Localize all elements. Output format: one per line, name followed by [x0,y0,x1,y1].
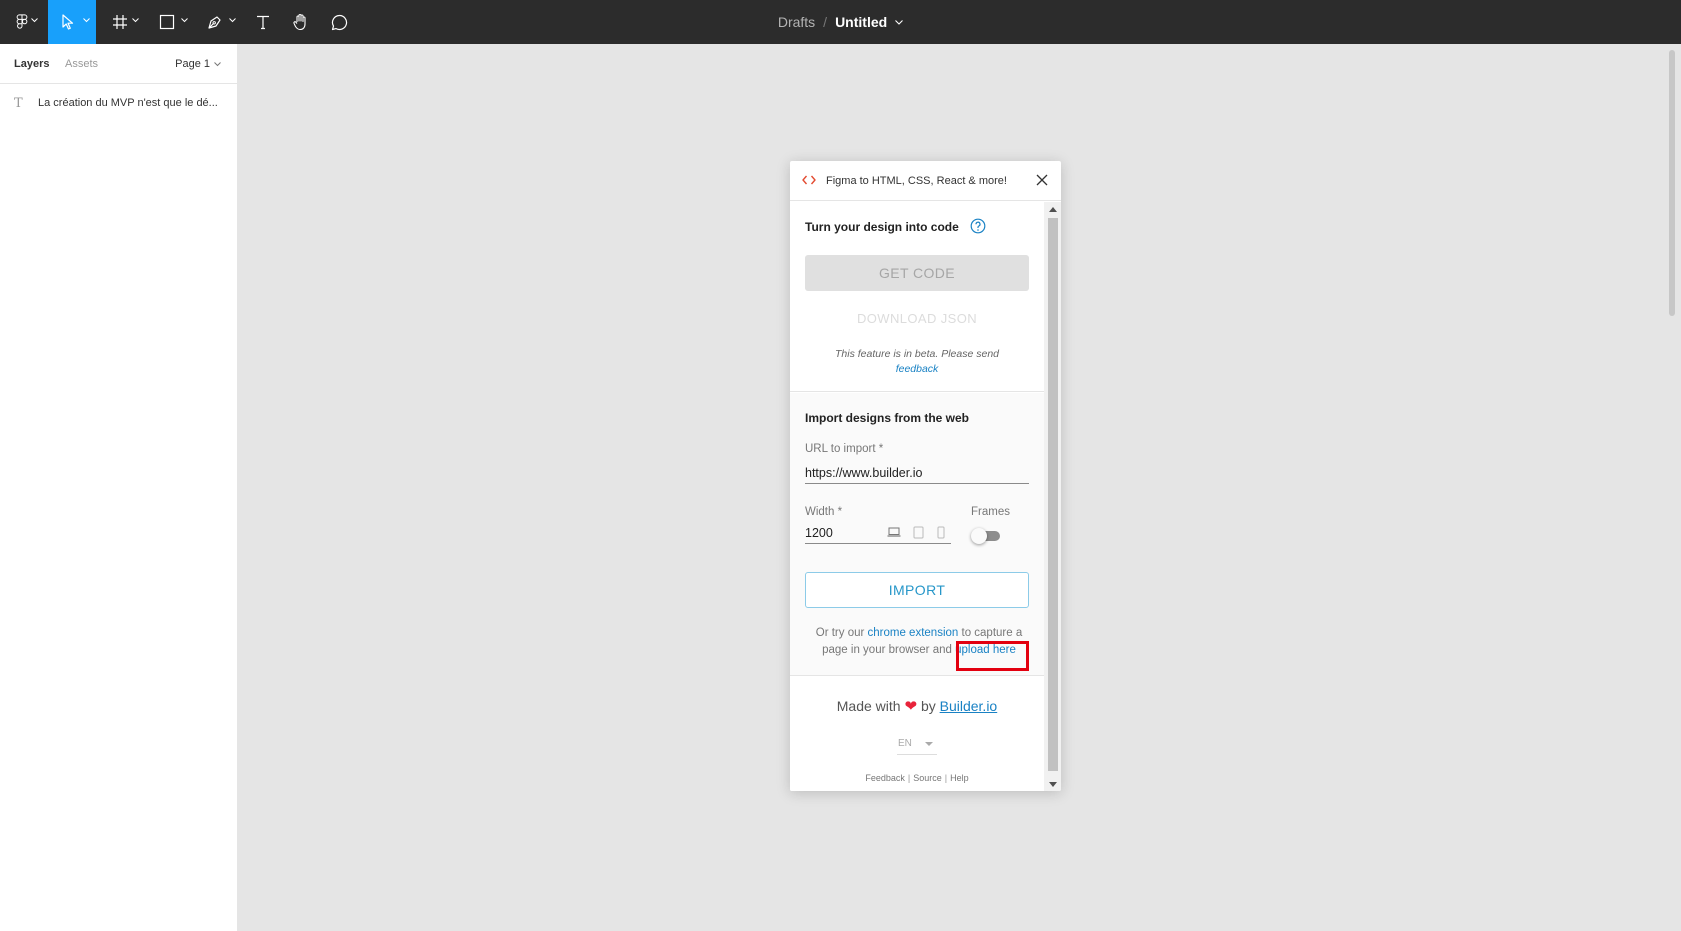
language-select[interactable]: EN [897,735,937,755]
url-label-text: URL to import [805,443,876,455]
hand-icon [293,13,306,31]
beta-notice: This feature is in beta. Please send fee… [805,347,1029,377]
scroll-down-arrow-icon[interactable] [1049,782,1057,787]
footer-link-feedback[interactable]: Feedback [865,773,905,783]
text-layer-icon: T [14,95,23,111]
frames-label: Frames [971,506,1010,518]
download-json-button[interactable]: DOWNLOAD JSON [805,306,1029,330]
mobile-icon[interactable] [937,526,945,539]
scroll-up-arrow-icon[interactable] [1049,207,1057,212]
help-question-icon[interactable] [970,218,986,234]
left-panel: Layers Assets Page 1 T La création du MV… [0,44,238,931]
page-selector-label: Page 1 [175,58,210,70]
chevron-down-icon [229,18,236,23]
link-separator: | [944,773,948,783]
required-mark: * [878,443,884,455]
builder-io-link[interactable]: Builder.io [940,698,998,714]
figma-logo-icon [16,14,28,29]
plugin-scroll-thumb[interactable] [1048,218,1058,771]
layer-label: La création du MVP n'est que le dé... [38,97,218,109]
import-section-heading: Import designs from the web [805,411,970,425]
rectangle-icon [159,14,175,30]
import-section: Import designs from the web URL to impor… [790,393,1044,676]
required-mark: * [837,506,843,518]
code-section: Turn your design into code GET CODE DOWN… [790,202,1044,392]
code-brackets-icon [802,175,816,185]
beta-text: This feature is in beta. Please send [834,348,999,360]
tablet-icon[interactable] [913,526,924,539]
comment-bubble-icon [331,14,347,30]
made-with-line: Made with ❤ by Builder.io [790,697,1044,715]
layer-item[interactable]: T La création du MVP n'est que le dé... [14,92,234,114]
toolbar: Drafts / Untitled [0,0,1681,44]
laptop-icon[interactable] [887,526,901,538]
width-field-label: Width * [805,506,842,518]
code-section-heading: Turn your design into code [805,220,959,234]
frame-tool-button[interactable] [105,0,145,44]
width-input[interactable] [805,522,875,543]
breadcrumb-separator: / [823,14,828,30]
file-title[interactable]: Untitled [835,14,887,30]
footer-link-source[interactable]: Source [913,773,942,783]
footer-link-help[interactable]: Help [950,773,969,783]
plugin-window: Figma to HTML, CSS, React & more! Turn y… [790,161,1061,791]
caret-down-icon [925,742,933,746]
shape-tool-button[interactable] [152,0,192,44]
figma-menu-button[interactable] [0,0,44,44]
tab-layers[interactable]: Layers [14,58,49,70]
toggle-knob [971,528,987,544]
width-field [805,522,951,544]
tab-assets[interactable]: Assets [65,58,98,70]
plugin-body: Turn your design into code GET CODE DOWN… [790,202,1044,791]
frame-hash-icon [113,15,127,29]
plugin-footer: Made with ❤ by Builder.io EN Feedback | So… [790,677,1044,791]
close-icon[interactable] [1035,173,1049,187]
chevron-down-icon [83,18,90,23]
chevron-down-icon [132,18,139,23]
frames-toggle[interactable] [971,528,1000,544]
text-t-icon [257,15,269,30]
canvas-vertical-scrollbar[interactable] [1669,50,1675,316]
pen-tool-button[interactable] [200,0,240,44]
language-value: EN [898,738,912,749]
cursor-arrow-icon [62,14,74,30]
chevron-down-icon [181,18,188,23]
get-code-button[interactable]: GET CODE [805,255,1029,291]
plugin-header: Figma to HTML, CSS, React & more! [790,161,1061,201]
move-tool-button[interactable] [48,0,96,44]
text-tool-button[interactable] [246,0,280,44]
width-label-text: Width [805,506,835,518]
by-text: by [920,698,936,714]
url-field-label: URL to import * [805,443,883,455]
url-input[interactable] [805,462,1029,484]
hand-tool-button[interactable] [284,0,318,44]
chrome-extension-link[interactable]: chrome extension [868,627,959,639]
breadcrumb-drafts[interactable]: Drafts [778,14,815,30]
made-with-text: Made with [836,698,901,714]
or-try-prefix: Or try our [815,627,865,639]
pen-icon [208,16,221,29]
left-panel-tabs: Layers Assets Page 1 [0,44,237,84]
heart-icon: ❤ [904,698,918,715]
plugin-scrollbar[interactable] [1044,202,1061,791]
chevron-down-icon[interactable] [895,19,904,25]
page-selector[interactable]: Page 1 [175,58,221,70]
footer-links: Feedback | Source | Help [790,773,1044,783]
import-button[interactable]: IMPORT [805,572,1029,608]
feedback-link[interactable]: feedback [805,362,1029,377]
chevron-down-icon [31,18,38,23]
link-separator: | [907,773,911,783]
plugin-title: Figma to HTML, CSS, React & more! [826,175,1007,187]
chevron-down-icon [214,61,221,66]
highlight-box [956,641,1029,671]
comment-tool-button[interactable] [322,0,356,44]
